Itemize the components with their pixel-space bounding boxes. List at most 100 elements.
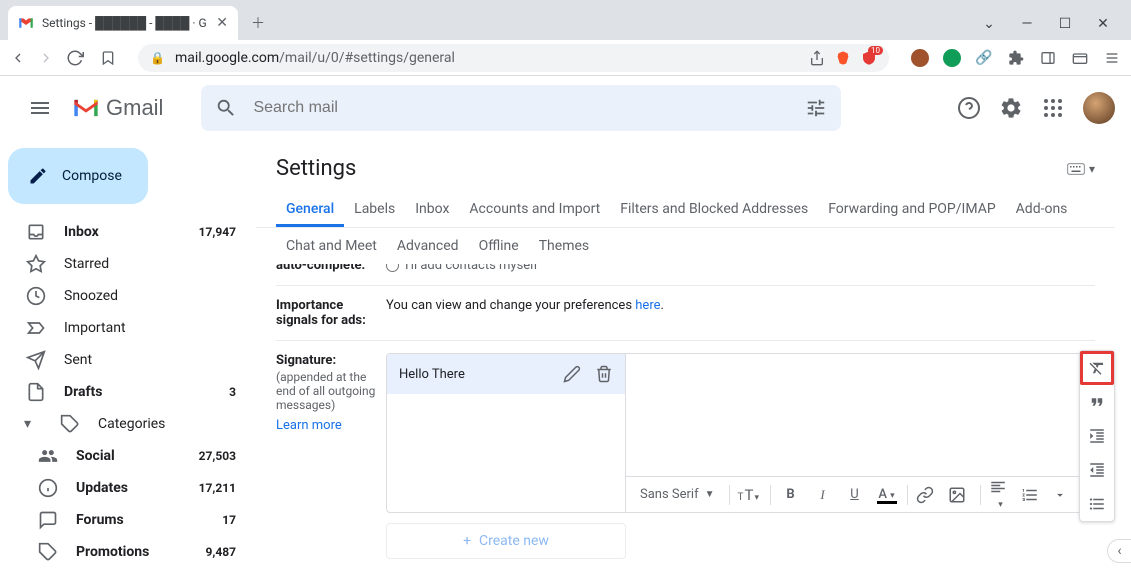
compose-button[interactable]: Compose	[8, 148, 148, 204]
apps-grid-icon[interactable]	[1041, 96, 1065, 120]
quote-button[interactable]	[1080, 385, 1114, 419]
sidebar-item-drafts[interactable]: Drafts 3	[8, 376, 248, 408]
settings-tab-chat-and-meet[interactable]: Chat and Meet	[276, 228, 387, 264]
sidebar-item-important[interactable]: Important	[8, 312, 248, 344]
nav-label: Drafts	[64, 384, 102, 400]
settings-tabs: GeneralLabelsInboxAccounts and ImportFil…	[256, 191, 1115, 228]
brave-icon[interactable]	[835, 50, 851, 66]
back-icon[interactable]	[10, 50, 26, 66]
close-window-icon[interactable]: ✕	[1093, 16, 1113, 32]
nav-count: 3	[229, 385, 236, 399]
font-family-select[interactable]: Sans Serif ▼	[634, 487, 721, 502]
settings-tab-offline[interactable]: Offline	[469, 228, 529, 264]
link-icon[interactable]: 🔗	[975, 49, 993, 67]
main-menu-button[interactable]	[16, 84, 64, 132]
grammarly-icon[interactable]	[943, 49, 961, 67]
sidebar-category-promotions[interactable]: Promotions9,487	[8, 536, 248, 568]
account-avatar[interactable]	[1083, 92, 1115, 124]
signature-editor[interactable]: Sans Serif ▼ TT▾ B I U A ▾	[626, 353, 1095, 513]
bulleted-list-button[interactable]	[1080, 487, 1114, 521]
side-panel-collapse-button[interactable]: ‹	[1107, 539, 1131, 563]
nav-count: 17	[222, 513, 236, 527]
indent-increase-button[interactable]	[1080, 419, 1114, 453]
settings-tab-filters-and-blocked-addresses[interactable]: Filters and Blocked Addresses	[610, 191, 818, 227]
sidebar-item-categories[interactable]: ▾Categories	[8, 408, 248, 440]
bold-button[interactable]: B	[779, 487, 803, 502]
maximize-icon[interactable]: ☐	[1055, 16, 1075, 32]
autocomplete-radio[interactable]	[386, 264, 399, 272]
search-icon	[215, 97, 237, 119]
sidebar-item-sent[interactable]: Sent	[8, 344, 248, 376]
search-input[interactable]	[253, 99, 789, 117]
settings-tab-add-ons[interactable]: Add-ons	[1006, 191, 1078, 227]
extension-icons: 🔗	[911, 49, 1121, 67]
shield-badge-icon[interactable]: 10	[861, 50, 877, 66]
settings-gear-icon[interactable]	[999, 96, 1023, 120]
settings-tab-accounts-and-import[interactable]: Accounts and Import	[459, 191, 610, 227]
wallet-icon[interactable]	[1071, 49, 1089, 67]
star-icon	[26, 254, 46, 274]
settings-tab-forwarding-and-pop-imap[interactable]: Forwarding and POP/IMAP	[818, 191, 1005, 227]
text-color-button[interactable]: A ▾	[875, 487, 899, 502]
url-text: mail.google.com/mail/u/0/#settings/gener…	[175, 50, 455, 66]
input-tools-button[interactable]: ▾	[1067, 162, 1095, 176]
cookie-icon[interactable]	[911, 49, 929, 67]
chevron-down-icon[interactable]: ⌄	[979, 16, 999, 32]
browser-tab[interactable]: Settings - ██████ - ████ · G ✕	[8, 6, 238, 40]
nav-label: Snoozed	[64, 288, 118, 304]
plus-icon: +	[463, 533, 471, 549]
settings-title: Settings	[276, 156, 356, 181]
share-icon[interactable]	[809, 50, 825, 66]
edit-signature-icon[interactable]	[563, 365, 581, 383]
sidebar-item-starred[interactable]: Starred	[8, 248, 248, 280]
settings-tab-inbox[interactable]: Inbox	[405, 191, 459, 227]
create-new-signature-button[interactable]: + Create new	[386, 523, 626, 559]
importance-here-link[interactable]: here	[635, 298, 660, 313]
menu-icon[interactable]	[1103, 49, 1121, 67]
sidebar-item-inbox[interactable]: Inbox 17,947	[8, 216, 248, 248]
numbered-list-button[interactable]	[1021, 486, 1045, 504]
signature-item[interactable]: Hello There	[387, 354, 625, 394]
remove-formatting-button[interactable]	[1080, 351, 1114, 385]
bookmark-icon[interactable]	[100, 50, 116, 66]
expand-icon[interactable]: ▾	[24, 416, 38, 432]
nav-label: Updates	[76, 480, 128, 496]
nav-count: 17,947	[199, 225, 236, 239]
sidebar-item-snoozed[interactable]: Snoozed	[8, 280, 248, 312]
search-options-icon[interactable]	[805, 97, 827, 119]
sidebar-category-updates[interactable]: Updates17,211	[8, 472, 248, 504]
insert-image-button[interactable]	[948, 486, 972, 504]
nav-label: Inbox	[64, 224, 99, 240]
minimize-icon[interactable]: ―	[1017, 16, 1037, 32]
settings-tab-advanced[interactable]: Advanced	[387, 228, 469, 264]
sidebar-category-forums[interactable]: Forums 17	[8, 504, 248, 536]
draft-icon	[26, 382, 46, 402]
delete-signature-icon[interactable]	[595, 365, 613, 383]
format-overflow-panel	[1079, 350, 1115, 522]
nav-label: Forums	[76, 512, 124, 528]
gmail-logo[interactable]: Gmail	[72, 94, 163, 122]
signature-label: Signature: (appended at the end of all o…	[276, 353, 386, 559]
settings-tab-general[interactable]: General	[276, 191, 344, 227]
align-button[interactable]: ▾	[989, 478, 1013, 511]
new-tab-button[interactable]: ＋	[244, 9, 272, 37]
address-bar[interactable]: 🔒 mail.google.com/mail/u/0/#settings/gen…	[138, 44, 889, 72]
help-icon[interactable]	[957, 96, 981, 120]
sidebar-category-social[interactable]: Social27,503	[8, 440, 248, 472]
reload-icon[interactable]	[66, 49, 84, 67]
settings-tab-themes[interactable]: Themes	[529, 228, 599, 264]
extensions-icon[interactable]	[1007, 49, 1025, 67]
insert-link-button[interactable]	[916, 486, 940, 504]
search-bar[interactable]	[201, 85, 841, 131]
signature-learn-more-link[interactable]: Learn more	[276, 418, 386, 433]
autocomplete-row: auto-complete: I'll add contacts myself	[276, 264, 1095, 286]
signature-list: Hello There	[386, 353, 626, 513]
close-tab-icon[interactable]: ✕	[216, 15, 228, 31]
underline-button[interactable]: U	[843, 487, 867, 502]
settings-tab-labels[interactable]: Labels	[344, 191, 405, 227]
indent-decrease-button[interactable]	[1080, 453, 1114, 487]
sidepanel-icon[interactable]	[1039, 49, 1057, 67]
italic-button[interactable]: I	[811, 487, 835, 503]
more-format-button[interactable]	[1053, 488, 1077, 502]
font-size-button[interactable]: TT▾	[738, 486, 762, 504]
